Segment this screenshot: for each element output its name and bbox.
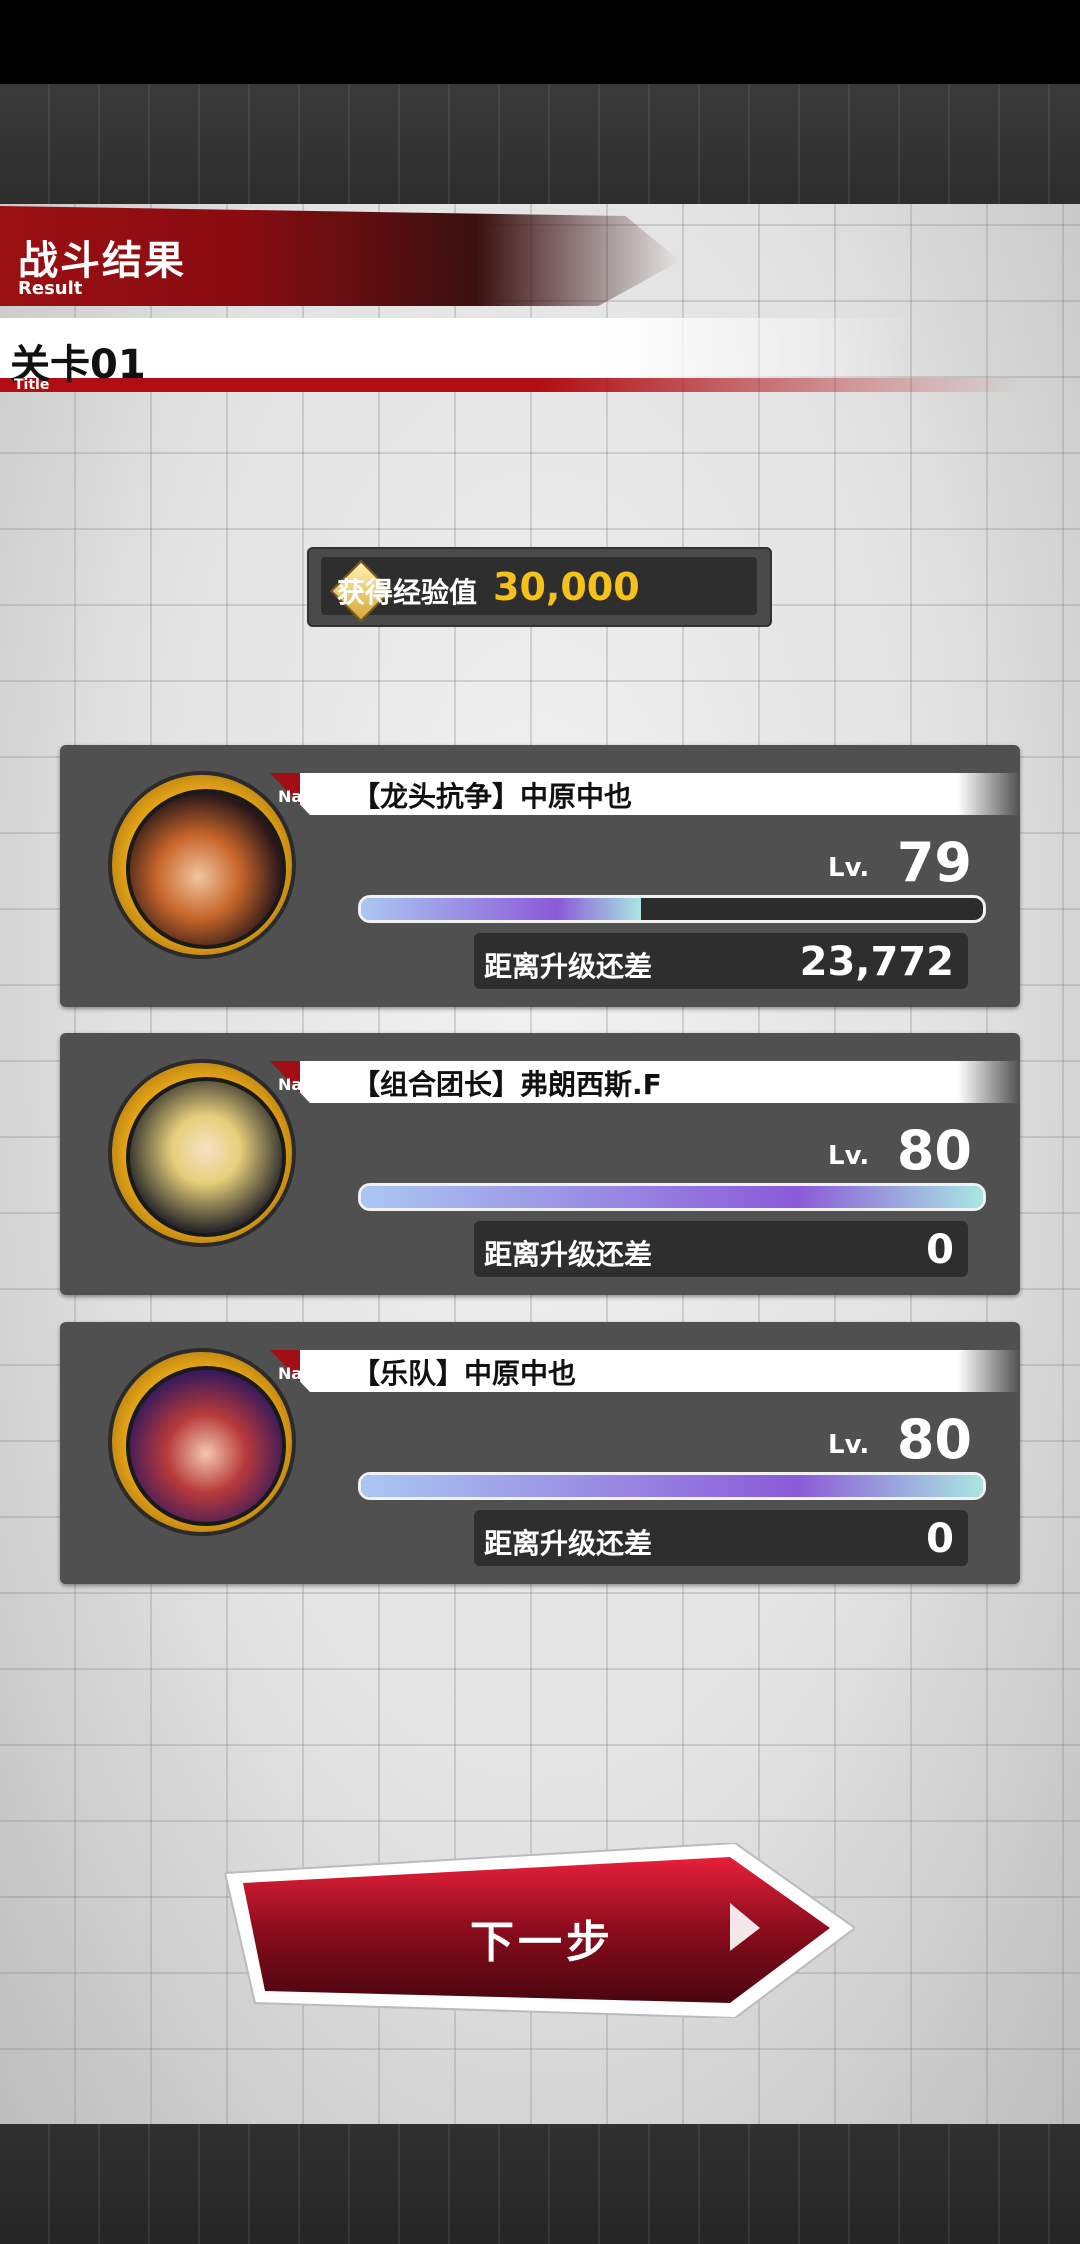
exp-reward-panel: 获得经验值 30,000 (307, 547, 772, 627)
name-tag: Name (278, 787, 330, 806)
level-label: Lv. (828, 1141, 870, 1171)
top-decor-band (0, 84, 1080, 204)
next-level-panel: 距离升级还差 0 (474, 1221, 968, 1277)
character-card: Name 【龙头抗争】中原中也 Lv. 79 距离升级还差 23,772 (60, 745, 1020, 1007)
exp-reward-inner: 获得经验值 30,000 (321, 557, 757, 623)
name-tag: Name (278, 1364, 330, 1383)
next-level-label: 距离升级还差 (484, 1527, 653, 1560)
exp-bar-fill (361, 1186, 983, 1208)
exp-bar (358, 895, 986, 923)
next-level-value: 23,772 (799, 939, 954, 985)
next-level-panel: 距离升级还差 0 (474, 1510, 968, 1566)
level-label: Lv. (828, 853, 870, 883)
stage-underline (0, 378, 1080, 392)
character-avatar (112, 775, 292, 955)
avatar-portrait (126, 1366, 286, 1526)
stage-bar (0, 318, 1080, 378)
next-level-value: 0 (926, 1227, 954, 1273)
next-level-value: 0 (926, 1516, 954, 1562)
next-level-panel: 距离升级还差 23,772 (474, 933, 968, 989)
next-level-label: 距离升级还差 (484, 950, 653, 983)
result-subtitle: Result (18, 278, 83, 299)
character-name: 【组合团长】弗朗西斯.F (352, 1068, 662, 1101)
level-value: 80 (896, 1408, 972, 1471)
exp-bar (358, 1183, 986, 1211)
exp-value: 30,000 (493, 565, 640, 609)
avatar-portrait (126, 1077, 286, 1237)
level-label: Lv. (828, 1430, 870, 1460)
character-avatar (112, 1352, 292, 1532)
bottom-decor-band (0, 2124, 1080, 2244)
character-name: 【龙头抗争】中原中也 (352, 780, 633, 813)
character-avatar (112, 1063, 292, 1243)
exp-label: 获得经验值 (337, 576, 478, 609)
exp-bar-fill (361, 1475, 983, 1497)
level-value: 80 (896, 1119, 972, 1182)
character-card: Name 【组合团长】弗朗西斯.F Lv. 80 距离升级还差 0 (60, 1033, 1020, 1295)
character-card: Name 【乐队】中原中也 Lv. 80 距离升级还差 0 (60, 1322, 1020, 1584)
level-value: 79 (896, 831, 972, 894)
stage-subtitle: Title (14, 377, 50, 393)
next-level-label: 距离升级还差 (484, 1238, 653, 1271)
next-button-label[interactable]: 下一步 (470, 1906, 614, 1970)
exp-bar-fill (361, 898, 641, 920)
avatar-portrait (126, 789, 286, 949)
status-bar (0, 0, 1080, 84)
character-name: 【乐队】中原中也 (352, 1357, 577, 1390)
exp-bar (358, 1472, 986, 1500)
name-tag: Name (278, 1075, 330, 1094)
